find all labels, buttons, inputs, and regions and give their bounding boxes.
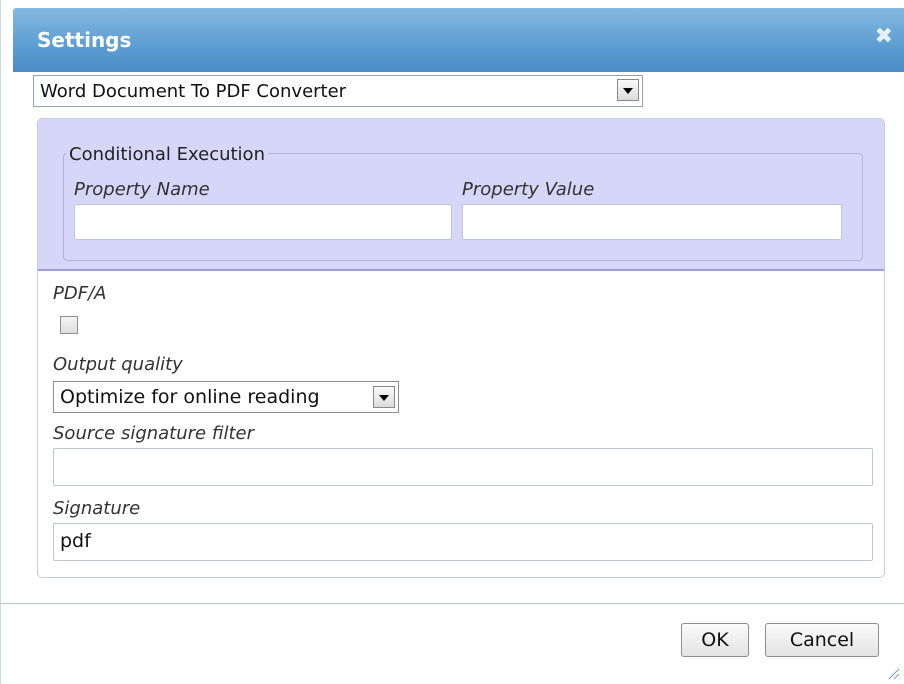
property-name-label: Property Name [74,179,210,200]
converter-select-value: Word Document To PDF Converter [40,81,347,102]
settings-dialog: Settings ✖ Word Document To PDF Converte… [0,0,904,684]
chevron-down-icon[interactable] [373,386,395,408]
chevron-down-icon[interactable] [617,79,639,101]
source-signature-filter-label: Source signature filter [53,423,255,444]
source-signature-filter-input[interactable] [53,448,873,486]
output-quality-label: Output quality [53,354,183,375]
property-name-input[interactable] [74,204,452,240]
property-value-label: Property Value [462,179,595,200]
signature-label: Signature [53,498,141,519]
pdfa-label: PDF/A [53,283,107,304]
footer-divider [1,603,904,604]
property-value-input[interactable] [462,204,842,240]
cancel-button[interactable]: Cancel [765,623,879,657]
ok-button[interactable]: OK [681,623,749,657]
resize-grip-icon[interactable] [884,664,900,680]
settings-panel: Conditional Execution Property Name Prop… [37,118,885,578]
dialog-title: Settings [37,28,132,52]
conditional-execution-section: Conditional Execution Property Name Prop… [38,119,884,271]
conditional-execution-legend: Conditional Execution [66,144,268,165]
converter-select[interactable]: Word Document To PDF Converter [33,75,643,107]
output-quality-value: Optimize for online reading [60,386,320,408]
output-quality-select[interactable]: Optimize for online reading [53,381,399,413]
dialog-titlebar[interactable]: Settings ✖ [13,8,904,72]
signature-value: pdf [60,530,91,552]
pdfa-checkbox[interactable] [60,316,78,334]
signature-input[interactable]: pdf [53,523,873,561]
close-icon[interactable]: ✖ [875,26,893,48]
